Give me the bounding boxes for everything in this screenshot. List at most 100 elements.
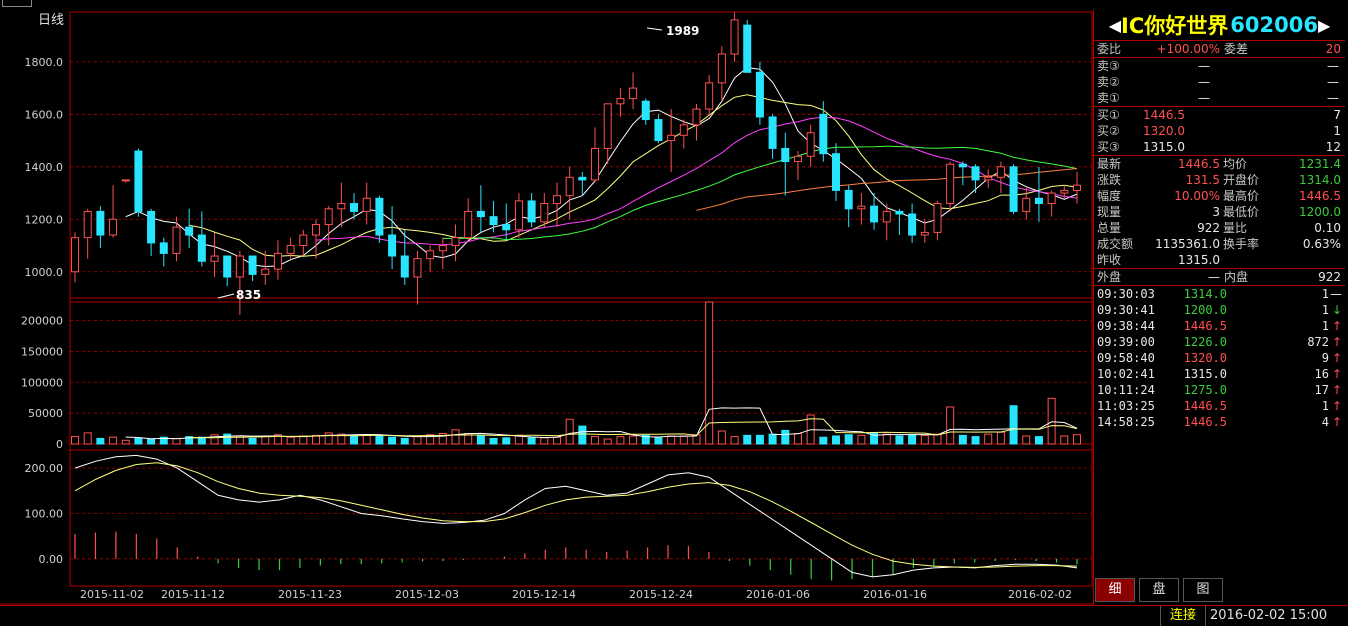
ask-label: 卖③: [1097, 59, 1120, 73]
candlestick[interactable]: [413, 250, 422, 305]
candlestick[interactable]: [426, 245, 435, 272]
candlestick[interactable]: [540, 193, 549, 228]
candlestick[interactable]: [819, 101, 828, 162]
candlestick[interactable]: [1073, 172, 1081, 204]
candlestick[interactable]: [299, 229, 308, 257]
candlestick[interactable]: [996, 161, 1005, 194]
candlestick[interactable]: [109, 185, 118, 238]
candlestick[interactable]: [616, 88, 625, 117]
stock-chart[interactable]: 1800.0 1600.0 1400.0 1200.0 1000.0 200000 1500…: [0, 0, 1093, 605]
tick-volume: 4: [1321, 415, 1329, 429]
candlestick[interactable]: [451, 224, 460, 262]
candlestick[interactable]: [476, 185, 485, 233]
candlestick[interactable]: [147, 208, 156, 257]
candlestick[interactable]: [552, 182, 561, 228]
candlestick[interactable]: [768, 114, 777, 159]
tick-row: 10:11:24 1275.0 17 ↑: [1094, 382, 1345, 398]
candlestick[interactable]: [159, 237, 168, 267]
candlestick[interactable]: [527, 193, 536, 228]
candlestick[interactable]: [908, 203, 917, 243]
candlestick[interactable]: [1034, 166, 1043, 222]
connection-status[interactable]: 连接: [1160, 606, 1206, 626]
candlestick[interactable]: [337, 182, 346, 228]
volume-bar: [375, 435, 384, 445]
tick-row: 09:38:44 1446.5 1 ↑: [1094, 318, 1345, 334]
candlestick[interactable]: [844, 185, 853, 228]
candlestick[interactable]: [920, 219, 929, 243]
volume-bar: [984, 433, 993, 445]
candlestick[interactable]: [248, 255, 257, 281]
volume-bar: [413, 436, 422, 445]
candlestick[interactable]: [71, 232, 79, 283]
tick-direction-icon: ↑: [1331, 367, 1342, 381]
stock-title: ◀ IC你好世界 602006 ▶: [1094, 10, 1345, 41]
candlestick[interactable]: [933, 200, 942, 241]
panel-tab[interactable]: 盘: [1139, 578, 1179, 602]
candlestick[interactable]: [210, 232, 219, 278]
tick-volume: 17: [1314, 383, 1329, 397]
candlestick[interactable]: [971, 164, 980, 194]
candlestick[interactable]: [223, 255, 232, 287]
candlestick[interactable]: [743, 19, 752, 73]
quote-panel: ◀ IC你好世界 602006 ▶ 委比 +100.00% 委差 20 卖③ — —…: [1093, 10, 1345, 605]
stat-row: 总量 922 量比 0.10: [1094, 220, 1345, 236]
candlestick[interactable]: [857, 193, 866, 225]
candlestick[interactable]: [185, 208, 194, 249]
candlestick[interactable]: [591, 127, 600, 183]
candlestick[interactable]: [1047, 190, 1056, 217]
tick-list[interactable]: 09:30:03 1314.0 1—09:30:41 1200.0 1 ↓ 09:38:44…: [1094, 286, 1345, 430]
candlestick[interactable]: [730, 12, 739, 62]
candlestick[interactable]: [235, 250, 244, 316]
stat-value: 1135361.0: [1155, 237, 1220, 251]
stat-value: 0.10: [1314, 221, 1341, 235]
candlestick[interactable]: [946, 161, 955, 212]
candlestick[interactable]: [984, 169, 993, 188]
date-axis-label: 2015-11-23: [278, 588, 342, 601]
bid-volume: 12: [1325, 140, 1341, 154]
prev-stock-arrow-icon[interactable]: ◀: [1109, 16, 1121, 35]
candlestick[interactable]: [438, 237, 447, 270]
tick-volume: 1: [1321, 303, 1329, 317]
candlestick[interactable]: [273, 240, 282, 280]
candlestick[interactable]: [172, 216, 181, 262]
candlestick[interactable]: [324, 206, 333, 246]
stat-value: 1315.0: [1178, 253, 1220, 267]
volume-bar: [83, 432, 92, 445]
candlestick[interactable]: [667, 109, 676, 173]
candlestick[interactable]: [806, 124, 815, 167]
candlestick[interactable]: [311, 219, 320, 259]
candlestick[interactable]: [1009, 164, 1018, 215]
candlestick[interactable]: [464, 198, 473, 241]
candlestick[interactable]: [641, 98, 650, 125]
candlestick[interactable]: [375, 195, 384, 243]
candlestick[interactable]: [400, 229, 409, 285]
price-axis-label: 1400.0: [25, 161, 64, 174]
candlestick[interactable]: [362, 182, 371, 225]
candlestick[interactable]: [705, 74, 714, 115]
candlestick[interactable]: [717, 46, 726, 102]
tick-price: 1275.0: [1183, 383, 1227, 397]
candlestick[interactable]: [96, 206, 105, 249]
tick-row: 14:58:25 1446.5 4 ↑: [1094, 414, 1345, 430]
candlestick[interactable]: [83, 208, 92, 259]
candlestick[interactable]: [692, 103, 701, 141]
indicator-line: [74, 462, 1078, 568]
next-stock-arrow-icon[interactable]: ▶: [1318, 16, 1330, 35]
candlestick[interactable]: [134, 148, 143, 217]
candlestick[interactable]: [781, 132, 790, 196]
panel-tab[interactable]: 细: [1095, 578, 1135, 602]
candlestick[interactable]: [679, 119, 688, 149]
candlestick[interactable]: [121, 179, 130, 183]
candlestick[interactable]: [895, 208, 904, 236]
candlestick[interactable]: [603, 103, 612, 165]
bid-levels: 买① 1446.5 7 买② 1320.0 1 买③ 1315.0 12: [1094, 107, 1345, 156]
stat-value: 0.63%: [1302, 237, 1341, 251]
panel-tab[interactable]: 图: [1183, 578, 1223, 602]
candlestick[interactable]: [832, 143, 841, 201]
candlestick[interactable]: [654, 114, 663, 144]
candlestick[interactable]: [629, 72, 638, 110]
candlestick[interactable]: [565, 166, 574, 220]
tick-price: 1314.0: [1183, 287, 1227, 301]
candlestick[interactable]: [388, 206, 397, 270]
candlestick[interactable]: [958, 161, 967, 186]
